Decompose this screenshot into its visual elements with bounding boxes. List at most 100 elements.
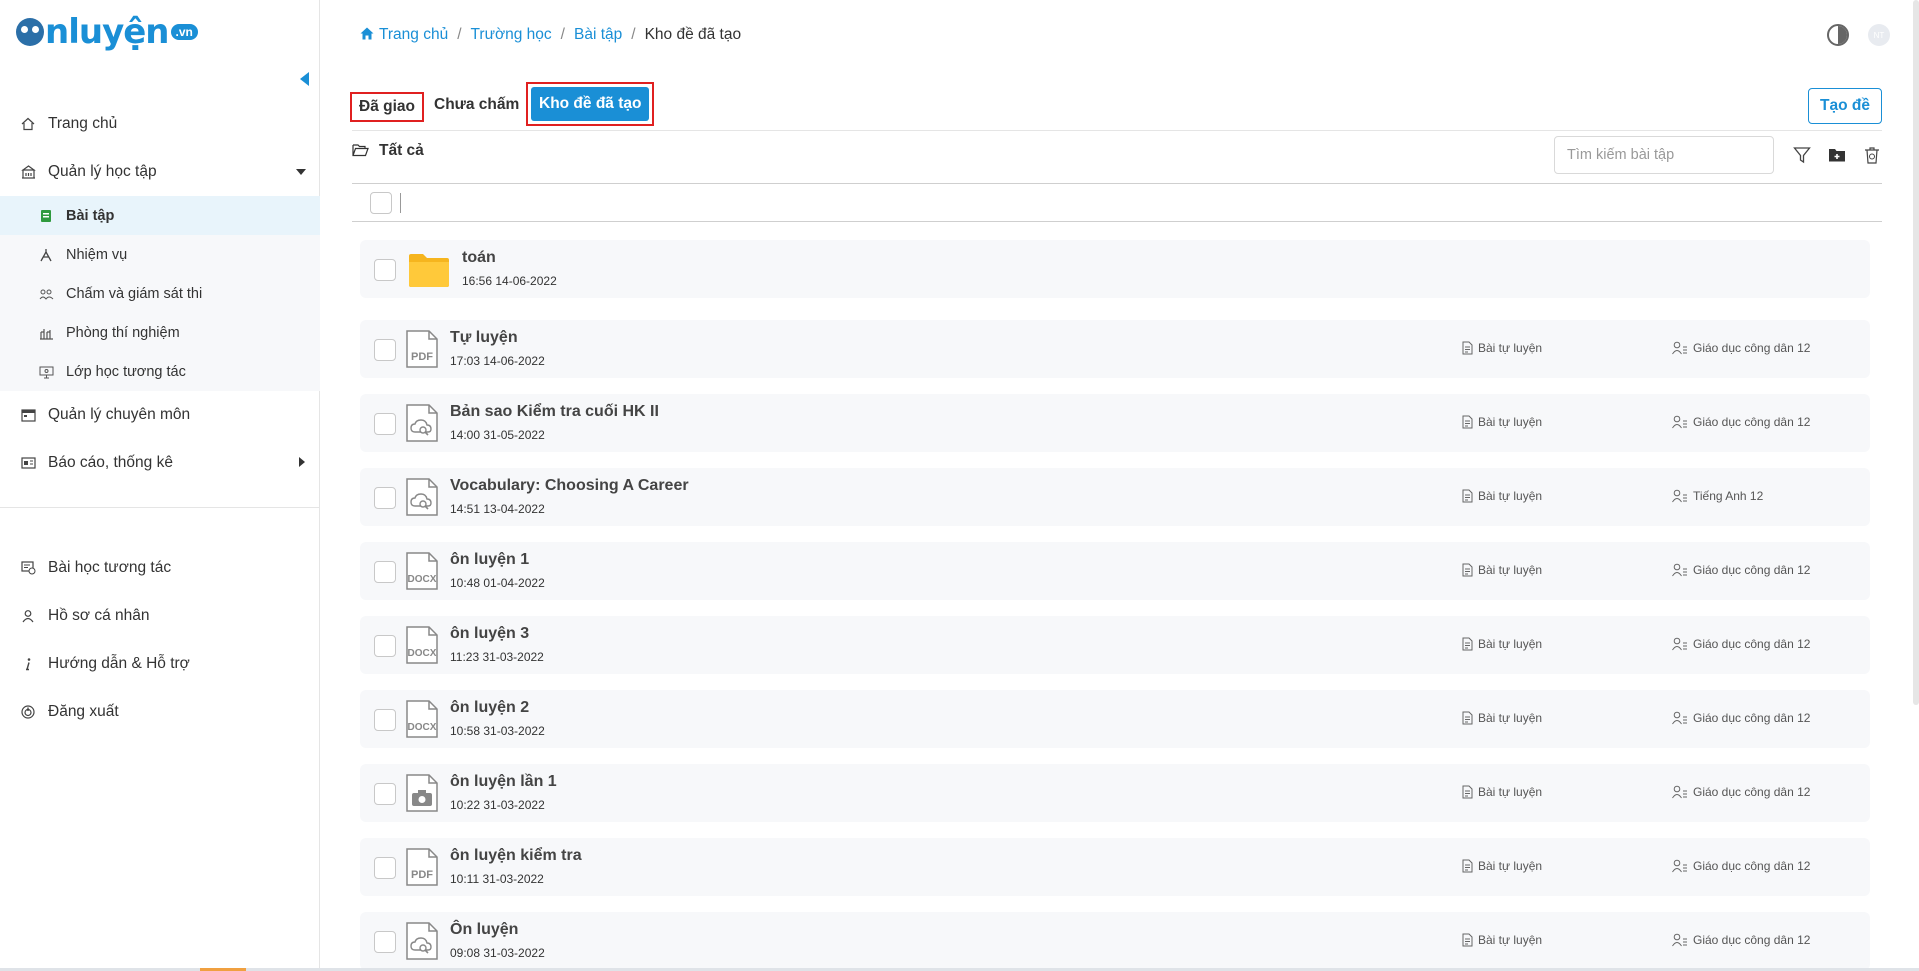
row-subject-label: Giáo dục công dân 12 [1693, 859, 1811, 873]
list-item[interactable]: Bản sao Kiểm tra cuối HK II 14:00 31-05-… [360, 394, 1870, 452]
theme-toggle-icon[interactable] [1827, 24, 1849, 46]
sidebar-item-assignments[interactable]: Bài tập [0, 196, 320, 235]
sidebar-item-tasks[interactable]: Nhiệm vụ [0, 235, 320, 274]
lab-icon [38, 325, 54, 341]
row-checkbox[interactable] [374, 931, 396, 953]
sidebar-item-interactive-class[interactable]: Lớp học tương tác [0, 352, 320, 391]
sidebar-item-interactive-lessons[interactable]: Bài học tương tác [0, 544, 320, 592]
sidebar-divider [0, 507, 320, 508]
document-icon [1462, 637, 1473, 651]
search-input[interactable] [1554, 136, 1774, 174]
sidebar-item-lab[interactable]: Phòng thí nghiệm [0, 313, 320, 352]
current-folder[interactable]: Tất cả [352, 142, 424, 160]
chevron-down-icon [296, 169, 306, 175]
sidebar-item-label: Báo cáo, thống kê [48, 454, 173, 471]
svg-text:PDF: PDF [411, 351, 433, 363]
row-checkbox[interactable] [374, 709, 396, 731]
filter-icon[interactable] [1792, 145, 1812, 165]
sidebar-item-home[interactable]: Trang chủ [0, 100, 320, 148]
sidebar-item-label: Bài tập [66, 207, 115, 224]
tab-created-bank[interactable]: Kho đề đã tạo [526, 82, 655, 126]
subject-user-icon [1672, 637, 1688, 651]
row-subject-label: Giáo dục công dân 12 [1693, 637, 1811, 651]
list-item[interactable]: DOCX ôn luyện 3 11:23 31-03-2022 Bài tự … [360, 616, 1870, 674]
list-item[interactable]: Ôn luyện 09:08 31-03-2022 Bài tự luyện G… [360, 912, 1870, 970]
logo-suffix: .vn [170, 24, 198, 40]
row-subject: Giáo dục công dân 12 [1672, 415, 1810, 429]
row-checkbox[interactable] [374, 561, 396, 583]
list-item[interactable]: ôn luyện lần 1 10:22 31-03-2022 Bài tự l… [360, 764, 1870, 822]
row-time: 10:22 31-03-2022 [450, 798, 545, 812]
list-item[interactable]: DOCX ôn luyện 1 10:48 01-04-2022 Bài tự … [360, 542, 1870, 600]
row-checkbox[interactable] [374, 857, 396, 879]
sidebar-subnav: Bài tập Nhiệm vụ Chấm và giám sát thi Ph… [0, 196, 320, 391]
row-checkbox[interactable] [374, 413, 396, 435]
sidebar-item-logout[interactable]: Đăng xuất [0, 688, 320, 736]
sidebar-item-learning-management[interactable]: Quản lý học tập [0, 148, 320, 196]
logo[interactable]: nluyện .vn [16, 12, 198, 52]
row-subject: Giáo dục công dân 12 [1672, 933, 1810, 947]
row-type-label: Bài tự luyện [1478, 785, 1543, 799]
list-item[interactable]: DOCX ôn luyện 2 10:58 31-03-2022 Bài tự … [360, 690, 1870, 748]
sidebar-item-label: Phòng thí nghiệm [66, 324, 180, 341]
list-item[interactable]: toán 16:56 14-06-2022 [360, 240, 1870, 298]
tab-ungraded[interactable]: Chưa chấm [434, 96, 519, 114]
sidebar-item-label: Quản lý học tập [48, 163, 157, 180]
breadcrumb-current: Kho đề đã tạo [644, 26, 742, 43]
sidebar-item-grading[interactable]: Chấm và giám sát thi [0, 274, 320, 313]
document-icon [1462, 711, 1473, 725]
sidebar-item-label: Trang chủ [48, 115, 118, 132]
list-item[interactable]: Vocabulary: Choosing A Career 14:51 13-0… [360, 468, 1870, 526]
row-subject: Giáo dục công dân 12 [1672, 859, 1810, 873]
row-subject-label: Giáo dục công dân 12 [1693, 785, 1811, 799]
sidebar-item-help[interactable]: Hướng dẫn & Hỗ trợ [0, 640, 320, 688]
page-scrollbar[interactable] [1913, 0, 1919, 705]
create-assignment-button[interactable]: Tạo đề [1808, 88, 1882, 124]
row-checkbox[interactable] [374, 259, 396, 281]
row-time: 16:56 14-06-2022 [462, 274, 557, 288]
document-icon [1462, 933, 1473, 947]
tab-created-bank-label: Kho đề đã tạo [531, 87, 650, 121]
row-type: Bài tự luyện [1462, 859, 1542, 873]
list-item[interactable]: PDF Tự luyện 17:03 14-06-2022 Bài tự luy… [360, 320, 1870, 378]
row-subject-label: Giáo dục công dân 12 [1693, 933, 1811, 947]
user-icon [20, 608, 36, 624]
row-title: toán [462, 249, 496, 266]
list-item[interactable]: PDF ôn luyện kiểm tra 10:11 31-03-2022 B… [360, 838, 1870, 896]
row-checkbox[interactable] [374, 783, 396, 805]
compass-icon [38, 247, 54, 263]
row-type: Bài tự luyện [1462, 933, 1542, 947]
docx-file-icon: DOCX [406, 700, 438, 738]
row-type-label: Bài tự luyện [1478, 563, 1543, 577]
new-folder-icon[interactable] [1827, 145, 1847, 165]
svg-text:DOCX: DOCX [408, 648, 437, 659]
document-icon [1462, 341, 1473, 355]
tab-assigned[interactable]: Đã giao [350, 92, 424, 122]
breadcrumb-assignments[interactable]: Bài tập [574, 26, 622, 44]
select-all-checkbox[interactable] [370, 192, 392, 214]
subject-user-icon [1672, 859, 1688, 873]
home-icon[interactable] [360, 27, 374, 43]
sidebar-item-label: Bài học tương tác [48, 559, 172, 576]
row-checkbox[interactable] [374, 339, 396, 361]
row-type-label: Bài tự luyện [1478, 933, 1543, 947]
avatar[interactable]: NT [1868, 24, 1890, 46]
row-checkbox[interactable] [374, 487, 396, 509]
sidebar-item-professional-management[interactable]: Quản lý chuyên môn [0, 391, 320, 439]
row-type: Bài tự luyện [1462, 415, 1542, 429]
trash-icon[interactable] [1862, 145, 1882, 165]
document-icon [1462, 489, 1473, 503]
row-time: 14:51 13-04-2022 [450, 502, 545, 516]
row-checkbox[interactable] [374, 635, 396, 657]
breadcrumb-home[interactable]: Trang chủ [379, 26, 448, 44]
sidebar-item-reports[interactable]: Báo cáo, thống kê [0, 439, 320, 487]
breadcrumb-school[interactable]: Trường học [471, 26, 552, 44]
subject-user-icon [1672, 711, 1688, 725]
row-subject: Giáo dục công dân 12 [1672, 711, 1810, 725]
collapse-sidebar-icon[interactable] [300, 72, 309, 86]
sidebar-item-profile[interactable]: Hồ sơ cá nhân [0, 592, 320, 640]
row-time: 09:08 31-03-2022 [450, 946, 545, 960]
row-subject-label: Tiếng Anh 12 [1693, 489, 1764, 503]
app-root: nluyện .vn Trang chủ Quản lý học tập Bài… [0, 0, 1919, 971]
row-time: 10:11 31-03-2022 [450, 872, 544, 886]
